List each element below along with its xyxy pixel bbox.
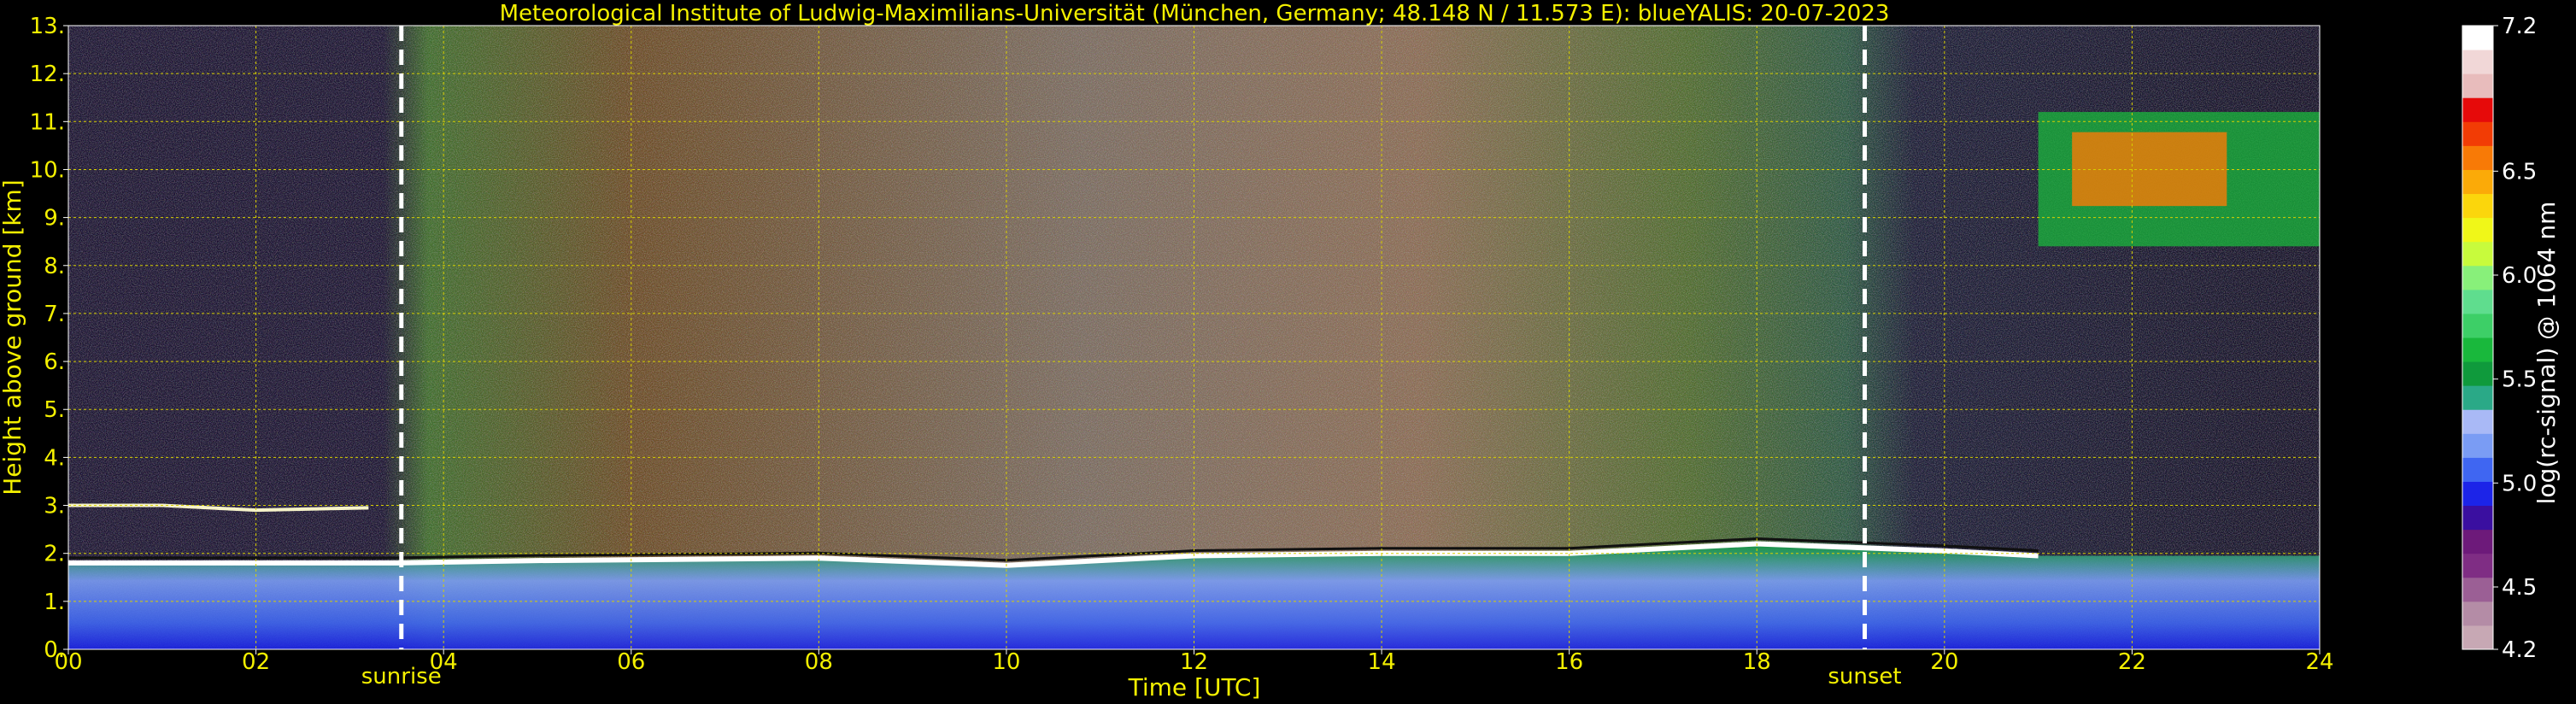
colorbar-tick-label: 7.2 [2502, 14, 2537, 39]
chart-title: Meteorological Institute of Ludwig-Maxim… [500, 1, 1890, 26]
colorbar-label: log(rc-signal) @ 1064 nm [2532, 202, 2561, 505]
y-tick-label: 2. [44, 542, 65, 567]
colorbar-swatch [2462, 601, 2493, 626]
colorbar-swatch [2462, 193, 2493, 219]
plot-area [68, 26, 2320, 649]
y-tick-label: 3. [44, 494, 65, 519]
x-tick-label: 22 [2118, 649, 2146, 675]
colorbar-swatch [2462, 217, 2493, 243]
y-tick-label: 5. [44, 397, 65, 423]
sunrise-marker-label: sunrise [361, 664, 442, 689]
colorbar-swatch [2462, 385, 2493, 410]
colorbar-tick-label: 4.5 [2502, 575, 2537, 601]
y-tick-label: 9. [44, 206, 65, 232]
y-tick-label: 7. [44, 302, 65, 327]
colorbar-swatch [2462, 481, 2493, 507]
colorbar-swatch [2462, 577, 2493, 602]
colorbar-swatch [2462, 169, 2493, 195]
colorbar-swatch [2462, 145, 2493, 170]
colorbar-swatch [2462, 553, 2493, 578]
y-tick-label: 10. [30, 157, 65, 183]
colorbar-tick-label: 6.5 [2502, 159, 2537, 185]
colorbar-tick-label: 4.2 [2502, 637, 2537, 663]
colorbar-swatch [2462, 409, 2493, 434]
colorbar-swatch [2462, 337, 2493, 362]
y-tick-label: 6. [44, 349, 65, 375]
colorbar-swatch [2462, 289, 2493, 314]
colorbar: 4.24.55.05.56.06.57.2 [2462, 14, 2537, 663]
y-axis-label: Height above ground [km] [0, 179, 26, 496]
colorbar-swatch [2462, 73, 2493, 98]
x-tick-label: 06 [617, 649, 645, 675]
colorbar-swatch [2462, 50, 2493, 74]
colorbar-swatch [2462, 313, 2493, 338]
colorbar-swatch [2462, 505, 2493, 531]
y-tick-label: 12. [30, 62, 65, 87]
x-tick-label: 12 [1180, 649, 1208, 675]
y-tick-label: 13. [30, 14, 65, 39]
colorbar-swatch [2462, 121, 2493, 146]
colorbar-swatch [2462, 361, 2493, 386]
x-tick-label: 16 [1555, 649, 1583, 675]
x-tick-label: 02 [242, 649, 270, 675]
lidar-chart: 00 02 04 06 08 10 12 14 16 18 20 22 24 0.1.2.3.4.5.6… [0, 1, 2561, 701]
x-axis-label: Time [UTC] [1128, 673, 1261, 701]
colorbar-swatch [2462, 241, 2493, 267]
colorbar-swatch [2462, 265, 2493, 290]
colorbar-swatch [2462, 457, 2493, 482]
x-tick-label: 20 [1930, 649, 1958, 675]
y-tick-label: 11. [30, 109, 65, 135]
x-tick-label: 14 [1368, 649, 1396, 675]
colorbar-swatch [2462, 97, 2493, 122]
x-tick-label: 08 [805, 649, 833, 675]
y-tick-label: 0. [44, 637, 65, 663]
y-tick-label: 4. [44, 445, 65, 471]
x-tick-label: 18 [1743, 649, 1771, 675]
sunset-marker-label: sunset [1828, 664, 1901, 689]
y-tick-label: 8. [44, 254, 65, 279]
x-tick-label: 10 [992, 649, 1020, 675]
x-tick-label: 24 [2305, 649, 2333, 675]
colorbar-swatch [2462, 529, 2493, 554]
colorbar-swatch [2462, 433, 2493, 458]
y-tick-label: 1. [44, 590, 65, 615]
colorbar-swatch [2462, 26, 2493, 50]
colorbar-swatch [2462, 625, 2493, 650]
cirrus-cloud-core [2072, 132, 2227, 207]
y-axis: 0. 1. 2. 3. 4. 5. 6. 7. 8. 9. 10. 11. 12. 13. [30, 14, 68, 663]
